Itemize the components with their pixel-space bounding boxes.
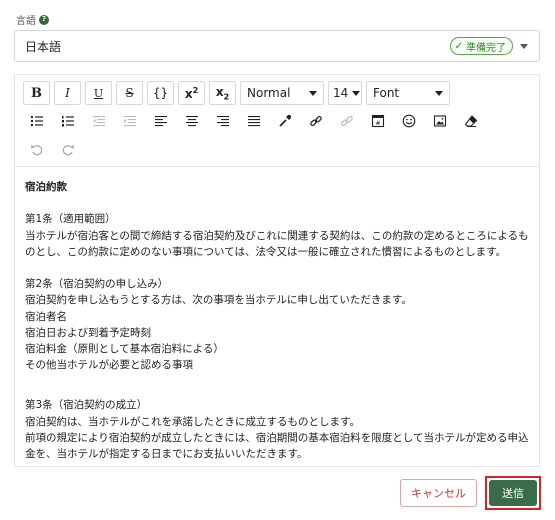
list-item: 宿泊日および到着予定時刻 — [25, 326, 151, 339]
subscript-button[interactable]: x2 — [209, 81, 236, 105]
superscript-icon: x2 — [184, 85, 199, 101]
font-family-value: Font — [373, 86, 400, 100]
strikethrough-icon: S — [125, 86, 134, 100]
unlink-icon — [340, 115, 353, 127]
article-heading: 第1条（適用範囲） — [25, 213, 116, 226]
align-center-icon — [185, 116, 198, 127]
chevron-down-icon[interactable] — [519, 41, 529, 51]
article-heading: 第3条（宿泊契約の成立） — [25, 399, 148, 412]
insert-variable-button[interactable]: # — [364, 109, 391, 133]
bullet-list-icon — [30, 115, 43, 127]
ordered-list-button[interactable] — [54, 109, 81, 133]
list-item: 宿泊者名 — [25, 310, 67, 323]
document-title: 宿泊約款 — [25, 181, 67, 193]
align-justify-icon — [247, 116, 260, 127]
align-right-icon — [216, 116, 229, 127]
language-select[interactable]: 日本語 ✓ 準備完了 — [14, 30, 540, 62]
font-family-select[interactable]: Font — [366, 81, 450, 105]
language-value: 日本語 — [25, 39, 62, 54]
underline-icon: U — [93, 86, 104, 100]
italic-icon: I — [65, 86, 70, 100]
align-center-button[interactable] — [178, 109, 205, 133]
submit-button[interactable]: 送信 — [489, 480, 537, 506]
link-icon — [309, 115, 322, 127]
article-text: 前項の規定により宿泊契約が成立したときには、宿泊期間の基本宿泊料を限度として当ホ… — [25, 431, 529, 461]
chevron-down-icon — [435, 90, 443, 96]
status-badge-label: 準備完了 — [466, 42, 506, 54]
heading-select[interactable]: Normal — [240, 81, 324, 105]
toolbar-row-history — [23, 138, 81, 162]
insert-image-button[interactable] — [426, 109, 453, 133]
indent-icon — [123, 116, 136, 127]
italic-button[interactable]: I — [54, 81, 81, 105]
undo-icon — [30, 144, 42, 156]
undo-button[interactable] — [23, 138, 50, 162]
cancel-button[interactable]: キャンセル — [400, 479, 477, 507]
align-justify-button[interactable] — [240, 109, 267, 133]
article-heading: 第2条（宿泊契約の申し込み） — [25, 278, 169, 291]
editor-toolbar: B I U S {} x2 x2 Normal 14 Font # — [15, 75, 539, 167]
list-item: その他当ホテルが必要と認める事項 — [25, 359, 193, 372]
indent-button[interactable] — [116, 109, 143, 133]
image-icon — [433, 115, 446, 127]
subscript-icon: x2 — [215, 84, 230, 102]
article-text: 当ホテルが宿泊客との間で締結する宿泊契約及びこれに関連する契約は、この約款の定め… — [25, 229, 529, 258]
toolbar-row-blocks: # — [23, 109, 484, 133]
rich-text-editor: B I U S {} x2 x2 Normal 14 Font # 宿泊約款 第… — [14, 74, 540, 467]
bold-button[interactable]: B — [23, 81, 50, 105]
emoji-icon — [402, 114, 415, 128]
heading-select-value: Normal — [247, 86, 291, 100]
bullet-list-button[interactable] — [23, 109, 50, 133]
check-icon: ✓ — [454, 40, 463, 52]
outdent-button[interactable] — [85, 109, 112, 133]
toolbar-row-format: B I U S {} x2 x2 Normal 14 Font — [23, 81, 450, 105]
article-text: 宿泊契約を申し込もうとする方は、次の事項を当ホテルに申し出ていただきます。 — [25, 294, 412, 307]
variable-icon: # — [371, 114, 384, 128]
eraser-icon — [464, 115, 477, 127]
bold-icon: B — [31, 85, 42, 101]
underline-button[interactable]: U — [85, 81, 112, 105]
code-icon: {} — [152, 86, 169, 100]
chevron-down-icon — [309, 90, 317, 96]
redo-button[interactable] — [54, 138, 81, 162]
form-actions: キャンセル 送信 — [400, 476, 541, 510]
ordered-list-icon — [61, 116, 74, 127]
language-label: 言語 ? — [16, 12, 49, 27]
strikethrough-button[interactable]: S — [116, 81, 143, 105]
emoji-button[interactable] — [395, 109, 422, 133]
language-label-text: 言語 — [16, 16, 36, 27]
unlink-button[interactable] — [333, 109, 360, 133]
align-left-icon — [154, 116, 167, 127]
help-icon[interactable]: ? — [39, 14, 49, 25]
outdent-icon — [92, 116, 105, 127]
font-size-value: 14 — [333, 86, 349, 100]
svg-text:#: # — [375, 120, 380, 127]
code-block-button[interactable]: {} — [147, 81, 174, 105]
status-badge: ✓ 準備完了 — [449, 37, 513, 55]
redo-icon — [62, 144, 74, 156]
align-right-button[interactable] — [209, 109, 236, 133]
superscript-button[interactable]: x2 — [178, 81, 205, 105]
eyedropper-icon — [278, 114, 291, 127]
text-color-button[interactable] — [271, 109, 298, 133]
link-button[interactable] — [302, 109, 329, 133]
chevron-down-icon — [352, 90, 361, 96]
submit-highlight: 送信 — [485, 476, 541, 510]
list-item: 宿泊料金（原則として基本宿泊料による） — [25, 343, 224, 355]
font-size-select[interactable]: 14 — [328, 81, 362, 105]
align-left-button[interactable] — [147, 109, 174, 133]
clear-format-button[interactable] — [457, 109, 484, 133]
article-text: 宿泊契約は、当ホテルがこれを承諾したときに成立するものとします。 — [25, 415, 360, 428]
editor-content[interactable]: 宿泊約款 第1条（適用範囲） 当ホテルが宿泊客との間で締結する宿泊契約及びこれに… — [25, 179, 531, 462]
